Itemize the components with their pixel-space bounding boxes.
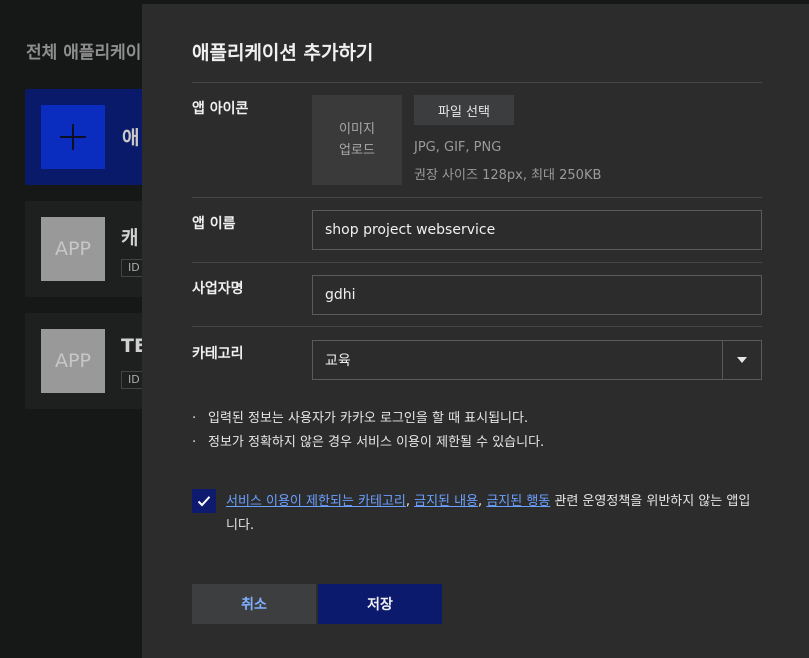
prohibited-behavior-link[interactable]: 금지된 행동 [486,494,550,509]
app-thumbnail: APP [41,329,105,393]
notice-text: 입력된 정보는 사용자가 카카오 로그인을 할 때 표시됩니다. [208,411,529,426]
bullet: · [192,435,197,450]
app-name-label: 앱 이름 [192,216,236,232]
format-hint: JPG, GIF, PNG [414,140,502,155]
app-card[interactable]: APP 캐 ID [25,201,155,297]
notice-item: · 정보가 정확하지 않은 경우 서비스 이용이 제한될 수 있습니다. [192,431,544,455]
notice-item: · 입력된 정보는 사용자가 카카오 로그인을 할 때 표시됩니다. [192,407,544,431]
company-name-input[interactable]: gdhi [312,275,762,315]
upload-text-line2: 업로드 [339,143,375,158]
add-box [41,105,105,169]
app-card[interactable]: APP TE ID [25,313,155,409]
divider [192,197,762,198]
bullet: · [192,411,197,426]
cancel-button[interactable]: 취소 [192,584,316,624]
app-icon-label: 앱 아이콘 [192,101,249,117]
add-app-card[interactable]: 애 [25,89,155,185]
add-app-label: 애 [122,127,140,149]
upload-text-line1: 이미지 [339,122,375,137]
plus-icon [60,124,86,150]
modal-title: 애플리케이션 추가하기 [192,42,374,64]
agreement-text: 서비스 이용이 제한되는 카테고리, 금지된 내용, 금지된 행동 관련 운영정… [226,490,761,538]
app-thumbnail: APP [41,217,105,281]
add-application-modal: 애플리케이션 추가하기 앱 아이콘 이미지 업로드 파일 선택 JPG, GIF… [142,4,809,658]
app-name: 캐 [121,227,139,249]
image-upload-box[interactable]: 이미지 업로드 [312,95,402,185]
prohibited-content-link[interactable]: 금지된 내용 [414,494,478,509]
caret-down-icon [737,357,747,363]
divider [192,82,762,83]
divider [192,326,762,327]
policy-agree-checkbox[interactable] [192,489,216,513]
app-name-input[interactable]: shop project webservice [312,210,762,250]
divider [192,262,762,263]
category-label: 카테고리 [192,346,244,362]
separator: , [405,494,415,509]
save-button[interactable]: 저장 [318,584,442,624]
check-icon [197,496,211,507]
page-title: 전체 애플리케이 [26,43,142,63]
restricted-category-link[interactable]: 서비스 이용이 제한되는 카테고리 [226,494,406,509]
company-name-label: 사업자명 [192,281,244,297]
category-selected-value: 교육 [325,353,351,369]
size-hint: 권장 사이즈 128px, 최대 250KB [414,168,602,183]
dropdown-toggle[interactable] [722,341,761,379]
notice-text: 정보가 정확하지 않은 경우 서비스 이용이 제한될 수 있습니다. [208,435,545,450]
category-select[interactable]: 교육 [312,340,762,380]
notice-list: · 입력된 정보는 사용자가 카카오 로그인을 할 때 표시됩니다. · 정보가 정… [192,407,544,455]
file-select-button[interactable]: 파일 선택 [414,95,514,125]
